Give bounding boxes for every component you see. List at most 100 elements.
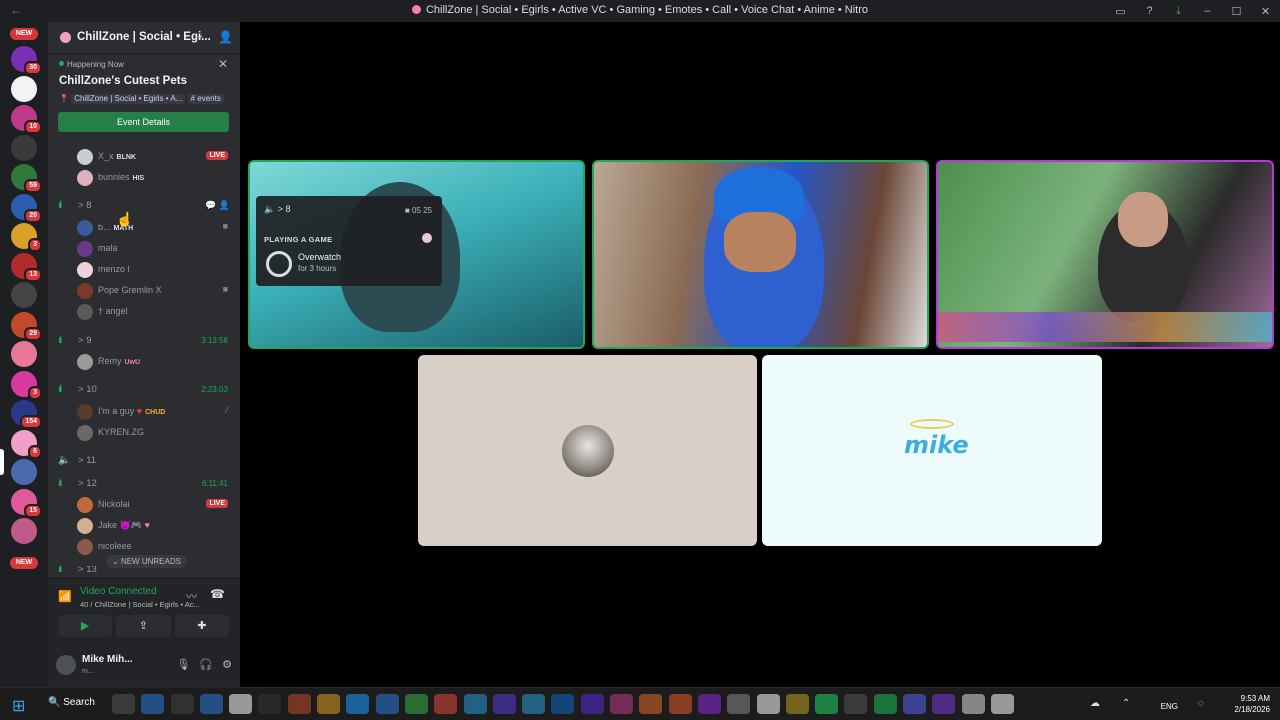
- taskbar-app-icon[interactable]: [610, 694, 634, 714]
- close-event-icon[interactable]: ✕: [218, 57, 228, 71]
- add-member-icon[interactable]: 👤: [218, 30, 233, 44]
- taskbar-app-icon[interactable]: [756, 694, 780, 714]
- voice-user[interactable]: Jake 😈🎮 ♥: [48, 516, 240, 536]
- voice-user[interactable]: b... MATH ■: [48, 218, 240, 238]
- taskbar-app-icon[interactable]: [932, 694, 956, 714]
- server-icon[interactable]: 154: [11, 400, 42, 429]
- windows-start-icon[interactable]: ⊞: [12, 696, 25, 716]
- user-avatar[interactable]: [56, 655, 76, 675]
- disconnect-icon[interactable]: ☎: [210, 587, 225, 601]
- voice-user[interactable]: Remy UwU: [48, 352, 240, 372]
- server-icon[interactable]: 10: [11, 105, 42, 134]
- voice-user[interactable]: KYREN.ZG: [48, 423, 240, 443]
- close-icon[interactable]: ✕: [1251, 5, 1280, 18]
- server-icon[interactable]: 30: [11, 46, 42, 75]
- voice-status[interactable]: Video Connected: [80, 586, 157, 597]
- video-tile-user2[interactable]: [592, 160, 929, 349]
- server-icon[interactable]: 6: [11, 429, 42, 459]
- voice-user[interactable]: I'm a guy ♥ CHUD ⁄: [48, 402, 240, 422]
- signal-icon[interactable]: 📶: [58, 590, 72, 603]
- taskbar-app-icon[interactable]: [199, 694, 223, 714]
- settings-gear-icon[interactable]: ⚙: [222, 658, 232, 671]
- tray-cloud-icon[interactable]: ☁: [1090, 698, 1100, 709]
- voice-user[interactable]: Pope Gremlin X ■: [48, 281, 240, 301]
- voice-user[interactable]: bunnies HIS: [48, 168, 240, 188]
- voice-channel-path[interactable]: 40 / ChillZone | Social • Egirls • Ac...: [80, 600, 200, 609]
- user-display-name[interactable]: Mike Mih...: [82, 654, 133, 665]
- taskbar-app-icon[interactable]: [170, 694, 194, 714]
- taskbar-app-icon[interactable]: [785, 694, 809, 714]
- taskbar-app-icon[interactable]: [668, 694, 692, 714]
- server-icon[interactable]: [11, 459, 37, 485]
- tray-chevron-icon[interactable]: ⌃: [1122, 698, 1130, 709]
- server-icon[interactable]: [11, 518, 37, 544]
- server-icon[interactable]: 3: [11, 370, 42, 400]
- voice-user[interactable]: menzo l: [48, 260, 240, 280]
- noise-suppression-icon[interactable]: 〰: [186, 588, 197, 604]
- download-icon[interactable]: ⤓: [1164, 5, 1193, 18]
- event-server-chip[interactable]: ChillZone | Social • Egirls • A...: [71, 94, 186, 104]
- taskbar-app-icon[interactable]: [990, 694, 1014, 714]
- taskbar-app-icon[interactable]: [903, 694, 927, 714]
- taskbar-app-icon[interactable]: [258, 694, 282, 714]
- wifi-icon[interactable]: ◌: [1198, 698, 1204, 709]
- voice-channel-8[interactable]: ıılı > 8 💬 👤: [48, 196, 240, 216]
- voice-user[interactable]: mala: [48, 239, 240, 259]
- taskbar-app-icon[interactable]: [434, 694, 458, 714]
- taskbar-app-icon[interactable]: [697, 694, 721, 714]
- taskbar-clock[interactable]: 9:53 AM 2/18/2026: [1216, 693, 1270, 715]
- taskbar-app-icon[interactable]: [375, 694, 399, 714]
- channel-tools[interactable]: 💬 👤: [205, 200, 230, 211]
- taskbar-app-icon[interactable]: [404, 694, 428, 714]
- screen-share-button[interactable]: ⇪: [116, 615, 171, 637]
- voice-user[interactable]: X_x BLNK LIVE: [48, 147, 240, 167]
- server-icon[interactable]: 15: [11, 488, 42, 518]
- taskbar-app-icon[interactable]: [317, 694, 341, 714]
- taskbar-app-icon[interactable]: [287, 694, 311, 714]
- taskbar-app-icon[interactable]: [463, 694, 487, 714]
- maximize-icon[interactable]: ☐: [1222, 5, 1251, 18]
- taskbar-search[interactable]: 🔍 Search: [48, 697, 95, 708]
- taskbar-app-icon[interactable]: [492, 694, 516, 714]
- language-indicator[interactable]: ENG: [1161, 702, 1178, 711]
- voice-channel-13[interactable]: ıılı > 13: [48, 566, 240, 576]
- voice-user[interactable]: nicoleee: [48, 537, 240, 557]
- taskbar-app-icon[interactable]: [522, 694, 546, 714]
- taskbar-app-icon[interactable]: [961, 694, 985, 714]
- taskbar-app-icon[interactable]: [844, 694, 868, 714]
- channel-popout[interactable]: 🔈 > 8 ■ 05 25 PLAYING A GAME Overwatch f…: [256, 196, 442, 286]
- taskbar-app-icon[interactable]: [639, 694, 663, 714]
- voice-user[interactable]: Nickolai LIVE: [48, 495, 240, 515]
- inbox-icon[interactable]: ▭: [1106, 5, 1135, 18]
- server-icon[interactable]: [11, 75, 37, 102]
- video-tile-user4[interactable]: [418, 355, 757, 546]
- server-icon[interactable]: 3: [11, 223, 42, 252]
- event-details-button[interactable]: Event Details: [58, 112, 229, 132]
- video-tile-user5[interactable]: mike: [762, 355, 1102, 546]
- taskbar-app-icon[interactable]: [551, 694, 575, 714]
- help-icon[interactable]: ?: [1135, 5, 1164, 17]
- camera-button[interactable]: ▶: [58, 615, 113, 637]
- video-tile-user1[interactable]: 🔈 > 8 ■ 05 25 PLAYING A GAME Overwatch f…: [248, 160, 585, 349]
- event-location[interactable]: 📍 ChillZone | Social • Egirls • A... # e…: [59, 94, 231, 108]
- voice-channel-9[interactable]: ıılı > 9 3:13:56: [48, 331, 240, 351]
- server-header[interactable]: ChillZone | Social • Egi... ⌄ 👤: [48, 22, 240, 54]
- chevron-down-icon[interactable]: ⌄: [196, 30, 204, 41]
- activities-button[interactable]: ✚: [174, 615, 229, 637]
- server-icon[interactable]: 20: [11, 193, 42, 223]
- server-icon[interactable]: [11, 341, 37, 367]
- video-tile-user3[interactable]: [936, 160, 1274, 349]
- microphone-icon[interactable]: 🎙: [176, 658, 190, 671]
- server-icon[interactable]: 59: [11, 164, 42, 193]
- voice-user[interactable]: † angel: [48, 302, 240, 322]
- taskbar-app-icon[interactable]: [580, 694, 604, 714]
- server-icon[interactable]: 13: [11, 252, 42, 282]
- server-icon[interactable]: [11, 134, 37, 161]
- taskbar-app-icon[interactable]: [727, 694, 751, 714]
- voice-channel-11[interactable]: 🔈 > 11: [48, 451, 240, 471]
- voice-channel-10[interactable]: ıılı > 10 2:23:03: [48, 380, 240, 400]
- taskbar-app-icon[interactable]: [815, 694, 839, 714]
- server-icon[interactable]: 29: [11, 311, 42, 341]
- minimize-icon[interactable]: –: [1193, 5, 1222, 17]
- server-icon[interactable]: [11, 282, 37, 308]
